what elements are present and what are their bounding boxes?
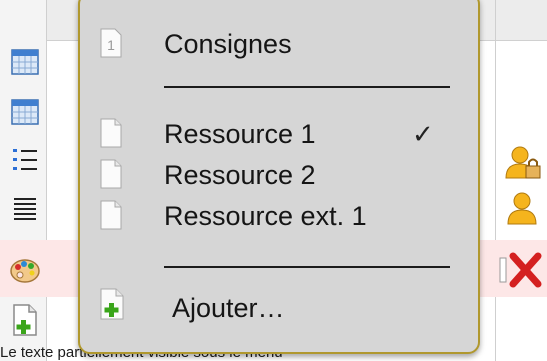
menu-separator [164,86,450,88]
menu-item-consignes[interactable]: 1 Consignes [80,24,478,64]
blank-page-icon [100,118,122,148]
calendar-icon[interactable] [10,98,40,126]
text-lines-icon[interactable] [10,195,40,223]
menu-item-ajouter[interactable]: Ajouter… [80,286,478,330]
user-lock-icon[interactable] [502,144,542,180]
calendar-icon[interactable] [10,48,40,76]
grid-line [46,0,47,361]
menu-item-ressource-ext-1[interactable]: Ressource ext. 1 [80,196,478,236]
dropdown-menu: 1 Consignes Ressource 1 ✓ Ressource 2 Re… [78,0,480,354]
menu-separator [164,266,450,268]
menu-item-label: Ressource ext. 1 [164,201,367,231]
numbered-page-icon: 1 [100,28,122,58]
menu-item-label: Ressource 2 [164,160,316,190]
numbered-list-icon[interactable] [10,146,40,174]
menu-item-ressource-1[interactable]: Ressource 1 ✓ [80,114,478,154]
checkmark-icon: ✓ [412,119,434,149]
blank-page-icon [100,159,122,189]
menu-item-label: Consignes [164,29,292,59]
add-page-icon [100,288,124,322]
palette-icon[interactable] [10,257,40,285]
user-icon[interactable] [502,190,542,226]
grid-line [495,0,496,361]
menu-item-label: Ajouter… [172,293,285,323]
delete-icon[interactable] [498,252,542,288]
menu-item-label: Ressource 1 [164,119,316,149]
blank-page-icon [100,200,122,230]
add-page-icon[interactable] [10,302,40,338]
menu-item-ressource-2[interactable]: Ressource 2 [80,155,478,195]
svg-text:1: 1 [107,37,115,53]
